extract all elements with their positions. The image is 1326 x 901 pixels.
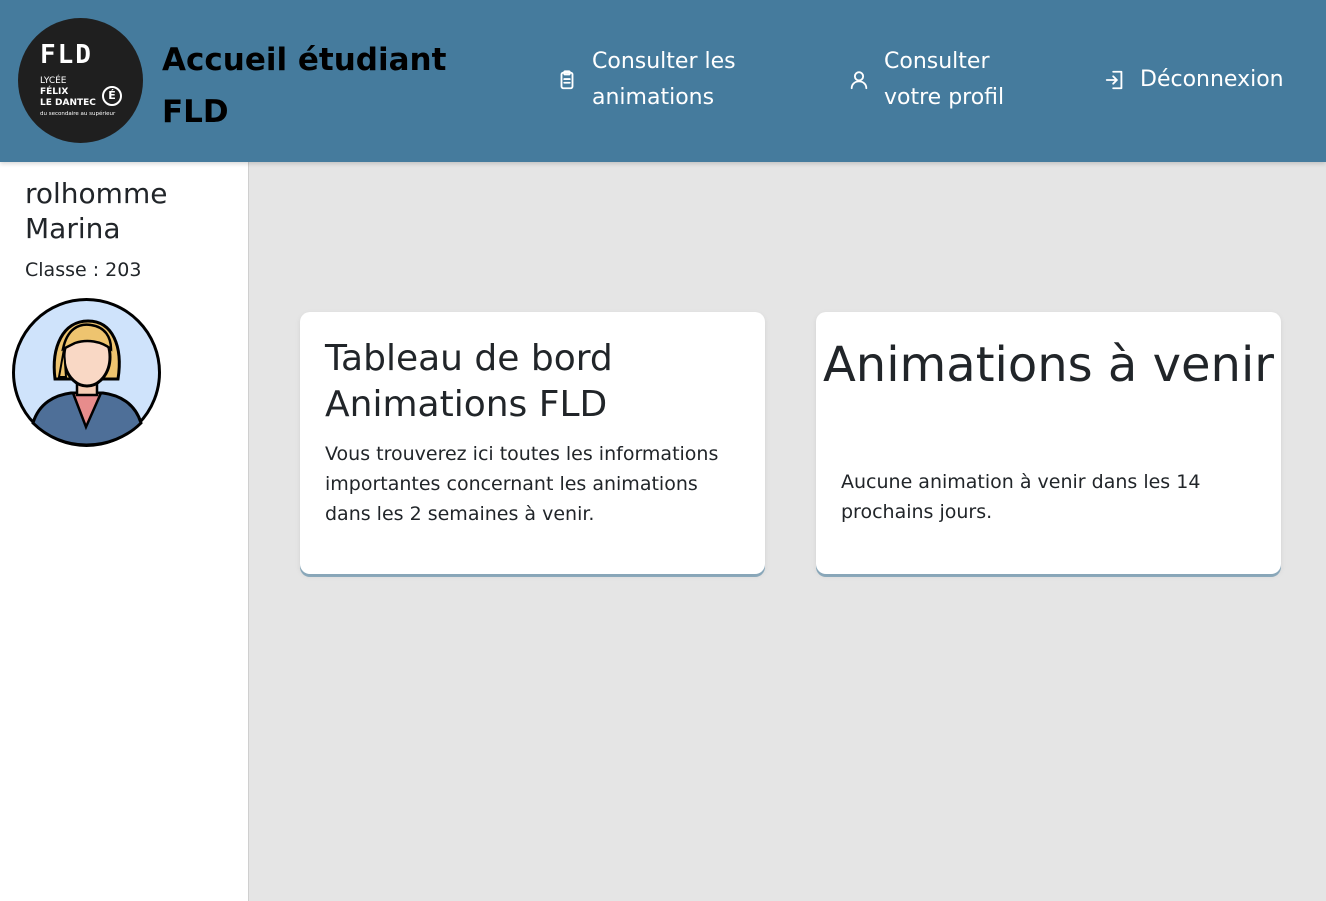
logo-line-3: LE DANTEC bbox=[40, 98, 96, 108]
page-title: Accueil étudiant FLD bbox=[162, 42, 447, 130]
logo-badge: É bbox=[102, 86, 122, 106]
upcoming-animations-title: Animations à venir bbox=[822, 337, 1275, 393]
school-logo[interactable]: FLD LYCÉE FÉLIX LE DANTEC du secondaire … bbox=[18, 18, 143, 143]
nav-logout-label: Déconnexion bbox=[1140, 67, 1284, 92]
logo-line-4: du secondaire au supérieur bbox=[40, 111, 116, 117]
logout-icon bbox=[1105, 70, 1123, 90]
dashboard-card-text: Vous trouverez ici toutes les informatio… bbox=[325, 443, 719, 525]
logo-line-1: LYCÉE bbox=[40, 76, 67, 86]
logo-mark: FLD bbox=[40, 40, 93, 70]
user-class: Classe : 203 bbox=[25, 259, 142, 281]
user-icon bbox=[850, 71, 868, 90]
nav-consult-animations-link[interactable]: Consulter les animations bbox=[556, 44, 796, 116]
nav-consult-profile-label: Consulter votre profil bbox=[884, 49, 1005, 110]
upcoming-animations-card: Animations à venir Aucune animation à ve… bbox=[816, 312, 1281, 574]
user-name: rolhomme Marina bbox=[25, 177, 168, 245]
nav-consult-profile-link[interactable]: Consulter votre profil bbox=[848, 44, 1048, 116]
top-navbar: FLD LYCÉE FÉLIX LE DANTEC du secondaire … bbox=[0, 0, 1326, 162]
upcoming-animations-text: Aucune animation à venir dans les 14 pro… bbox=[841, 471, 1201, 523]
woman-avatar-icon bbox=[12, 298, 161, 447]
profile-sidebar: rolhomme Marina Classe : 203 bbox=[0, 162, 249, 901]
clipboard-icon bbox=[560, 70, 574, 90]
logo-line-2: FÉLIX bbox=[40, 87, 69, 97]
nav-logout-link[interactable]: Déconnexion bbox=[1104, 62, 1314, 98]
dashboard-card: Tableau de bord Animations FLD Vous trou… bbox=[300, 312, 765, 574]
dashboard-card-title: Tableau de bord Animations FLD bbox=[325, 338, 613, 425]
nav-consult-animations-label: Consulter les animations bbox=[592, 49, 736, 110]
